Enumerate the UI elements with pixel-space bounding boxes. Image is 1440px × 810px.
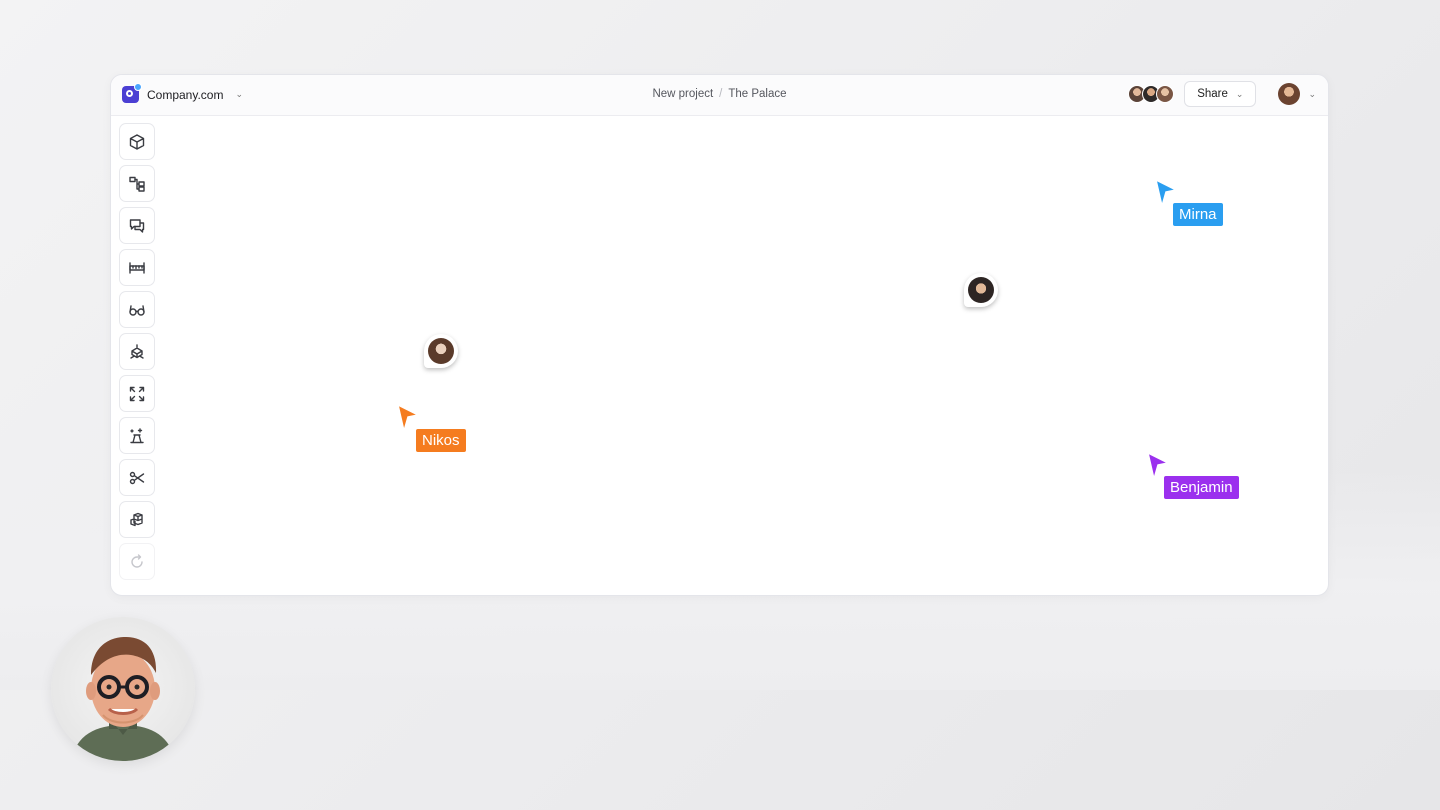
ruler-icon [129,261,145,274]
avatar [1278,83,1301,105]
user-menu[interactable]: ⌄ [1278,83,1316,105]
cursor-benjamin: Benjamin [1146,451,1239,499]
chevron-down-icon: ⌄ [1308,88,1316,99]
hierarchy-icon [129,176,145,192]
top-right-actions: Share ⌄ ⌄ [1128,81,1316,107]
left-toolbar [119,123,155,580]
cursor-label: Mirna [1173,203,1223,226]
tool-section[interactable] [119,333,155,370]
cursor-label: Nikos [416,429,466,452]
tool-view[interactable] [119,291,155,328]
tool-objects[interactable] [119,501,155,538]
participant-video [71,637,175,761]
tool-fit-view[interactable] [119,375,155,412]
fullscreen-icon [129,386,145,401]
comment-pin[interactable] [964,273,998,307]
avatar [1156,85,1175,103]
ai-generate-icon [130,427,144,443]
tool-comments[interactable] [119,207,155,244]
avatar [428,338,454,364]
chevron-down-icon: ⌄ [1235,88,1244,99]
glasses-icon [129,304,145,316]
cursor-label: Benjamin [1164,476,1239,499]
tool-ai-generate[interactable] [119,417,155,454]
avatar [968,277,994,303]
tool-measure[interactable] [119,249,155,286]
video-call-bubble[interactable] [51,617,195,761]
breadcrumb-file[interactable]: The Palace [728,88,786,100]
cube-icon [129,133,145,150]
comment-pin[interactable] [424,334,458,368]
share-button[interactable]: Share ⌄ [1184,81,1257,107]
section-box-icon [130,343,144,359]
comments-icon [129,218,145,233]
tool-cut[interactable] [119,459,155,496]
cursor-nikos: Nikos [396,403,466,452]
breadcrumb-project[interactable]: New project [652,88,713,100]
share-label: Share [1197,88,1228,100]
collaborator-avatars[interactable] [1128,85,1175,103]
cursor-mirna: Mirna [1154,178,1223,226]
scissors-icon [129,471,145,484]
tool-rotate[interactable] [119,543,155,580]
top-bar: Company.com ⌄ New project / The Palace Sha… [111,75,1328,116]
app-window: Company.com ⌄ New project / The Palace Sha… [110,74,1329,596]
rotate-icon [131,553,143,568]
objects-icon [130,512,143,526]
tool-hierarchy[interactable] [119,165,155,202]
tool-model[interactable] [119,123,155,160]
